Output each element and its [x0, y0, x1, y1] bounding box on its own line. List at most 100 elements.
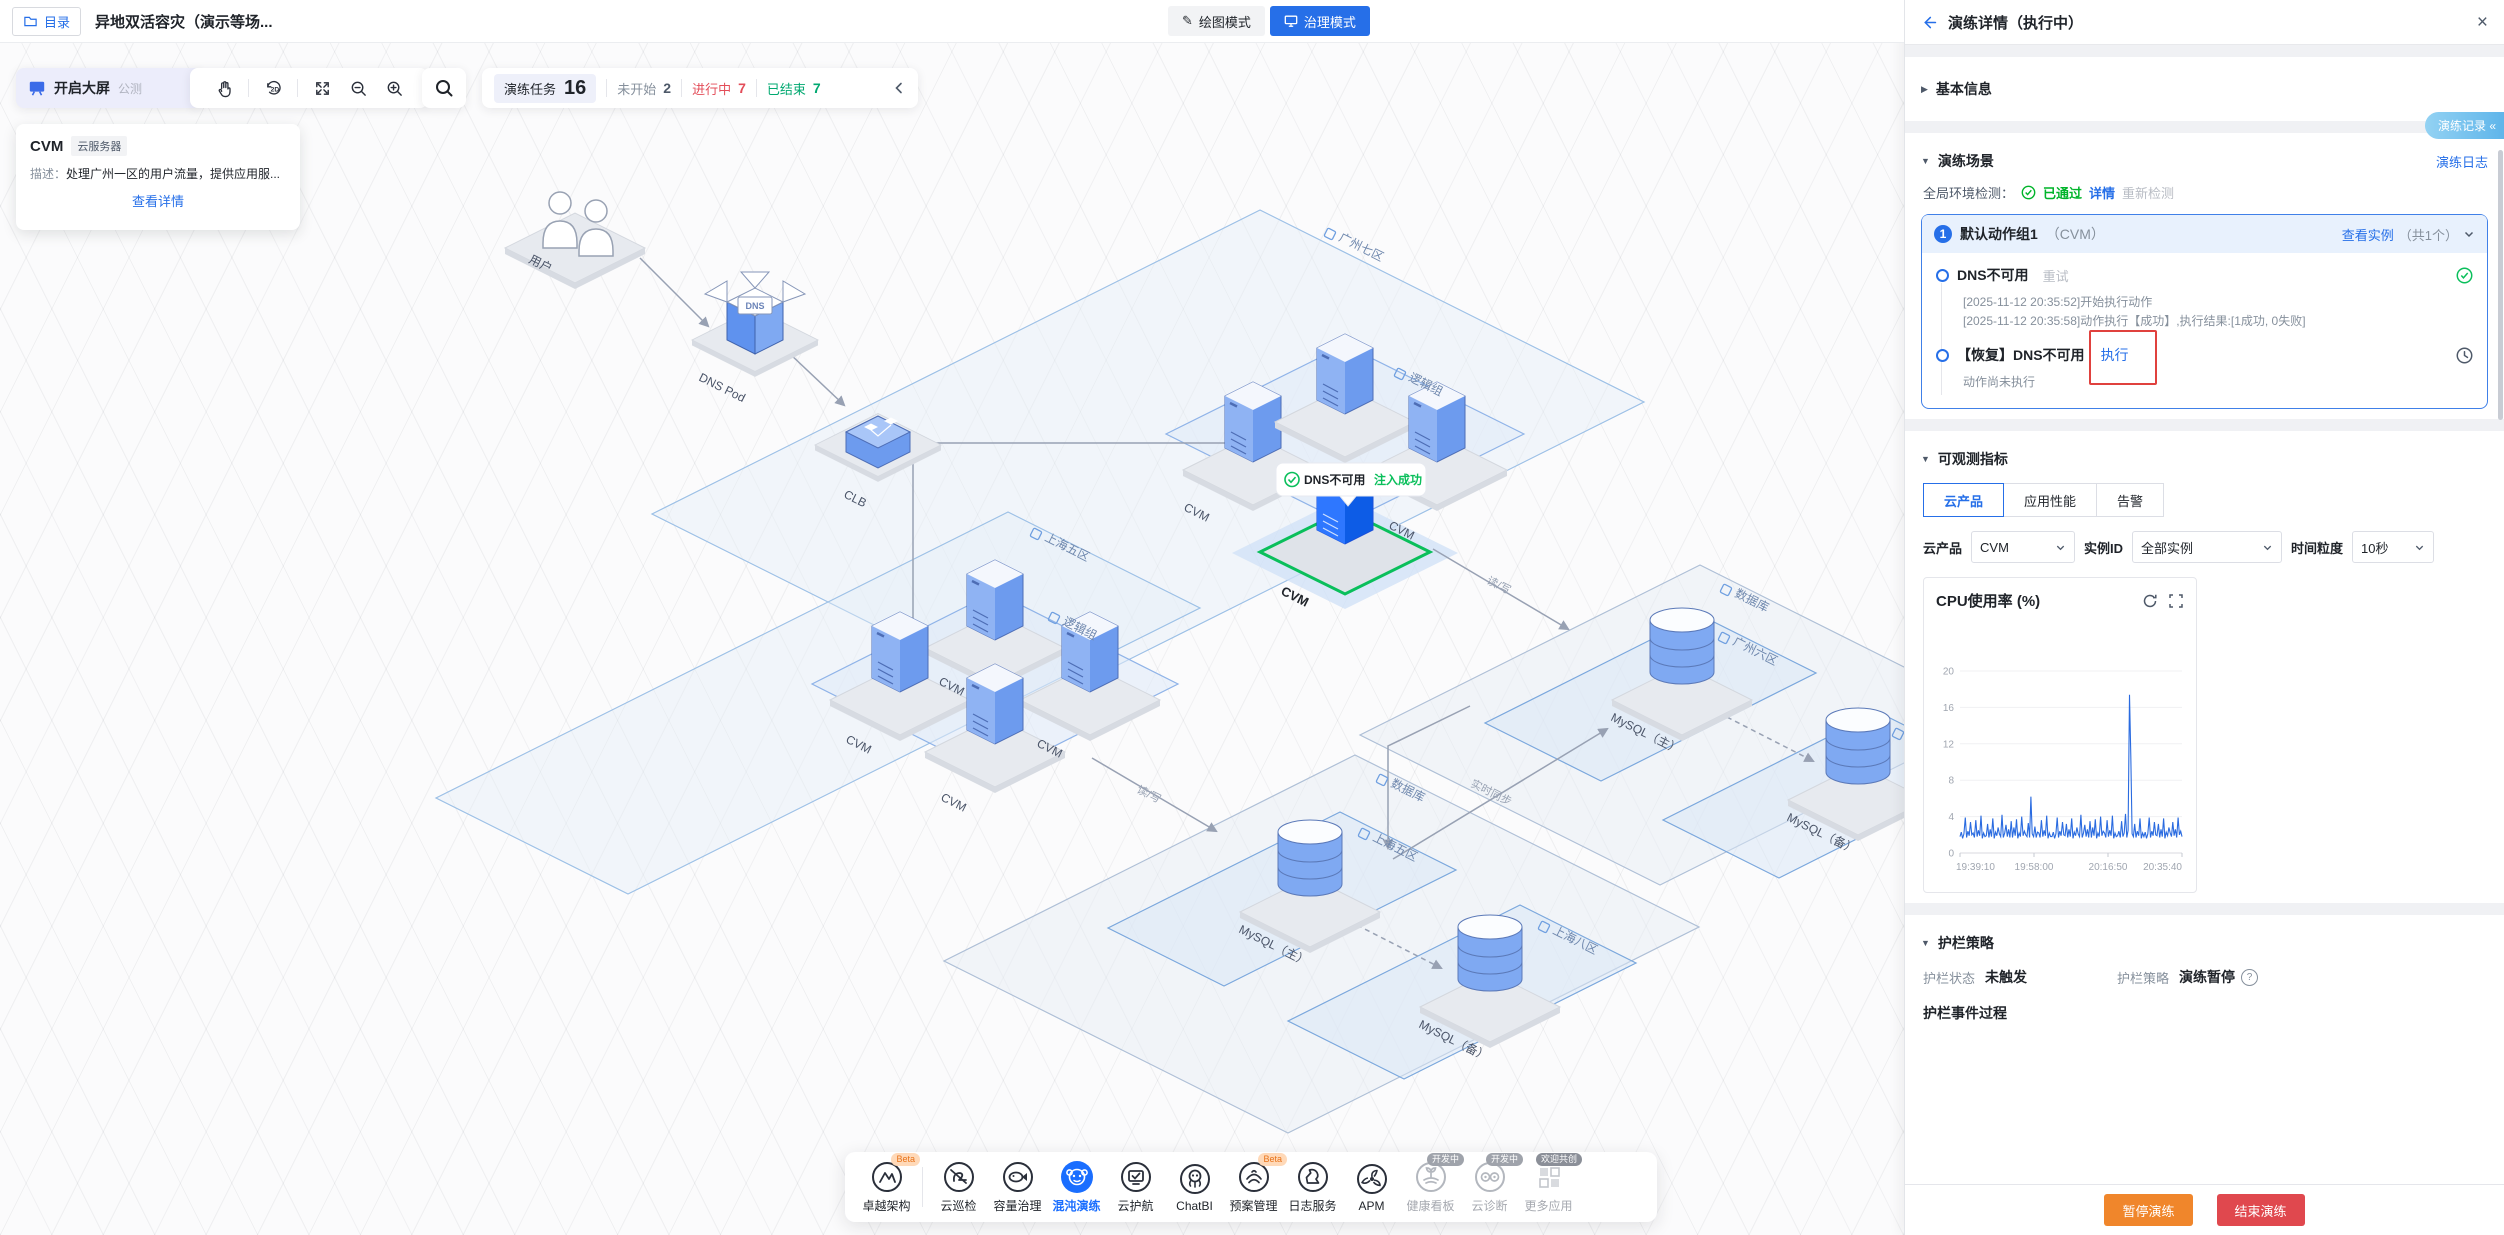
inspection-icon	[942, 1160, 976, 1194]
app-window: DNS	[0, 0, 2504, 1235]
dock-item-health-board[interactable]: 开发中 云诊断 健康看板	[1401, 1160, 1460, 1214]
env-recheck-link[interactable]: 重新检测	[2122, 183, 2174, 202]
tab-app-performance[interactable]: 应用性能	[2003, 483, 2097, 517]
action-list: DNS不可用 重试 [2025-11-12 20:35:52]开始执行动作 [2…	[1922, 253, 2487, 408]
capacity-icon	[1001, 1160, 1035, 1194]
svg-text:19:58:00: 19:58:00	[2015, 862, 2054, 873]
product-select[interactable]: CVM	[1971, 531, 2075, 563]
scrollbar-thumb[interactable]	[2498, 150, 2503, 420]
dock-item-chaos-drill[interactable]: 混沌演练	[1047, 1160, 1106, 1214]
beta-badge: Beta	[891, 1153, 920, 1166]
search-button[interactable]	[422, 68, 466, 108]
collapse-chevron-icon[interactable]	[892, 81, 906, 95]
tab-alerts[interactable]: 告警	[2096, 483, 2164, 517]
pause-drill-button[interactable]: 暂停演练	[2104, 1194, 2192, 1226]
refresh-icon[interactable]	[2142, 593, 2158, 609]
svg-text:0: 0	[1948, 849, 1954, 860]
dock-item-log[interactable]: 日志服务	[1283, 1160, 1342, 1214]
svg-text:16: 16	[1943, 703, 1955, 714]
status-success-icon	[2456, 267, 2473, 284]
action-group-card: 1 默认动作组1 （CVM） 查看实例 （共1个） DNS不可用 重试	[1921, 214, 2488, 409]
apm-icon	[1355, 1162, 1389, 1196]
open-bigscreen-button[interactable]: 开启大屏 公测	[16, 68, 202, 108]
node-label-cvm: CVM	[939, 790, 969, 814]
dock-item-apm[interactable]: APM	[1342, 1162, 1401, 1213]
tab-cloud-product[interactable]: 云产品	[1923, 483, 2004, 517]
section-divider	[1905, 419, 2504, 431]
monitor-icon	[1284, 14, 1298, 28]
diagram-canvas[interactable]: DNS	[0, 0, 1904, 1235]
svg-text:12: 12	[1943, 739, 1955, 750]
search-icon	[434, 78, 454, 98]
chevron-down-icon[interactable]	[2463, 228, 2475, 240]
panel-title: 演练详情（执行中）	[1948, 12, 2083, 33]
view-instances-link[interactable]: 查看实例	[2342, 225, 2394, 244]
expanded-triangle-icon: ▼	[1921, 938, 1930, 948]
env-detail-link[interactable]: 详情	[2089, 183, 2115, 202]
node-label-dns: DNS Pod	[697, 370, 748, 405]
dock-item-capacity[interactable]: 容量治理	[988, 1160, 1047, 1214]
retry-link-disabled[interactable]: 重试	[2043, 266, 2069, 285]
env-passed: 已通过	[2043, 183, 2082, 202]
svg-text:20:16:50: 20:16:50	[2089, 862, 2128, 873]
basic-info-toggle[interactable]: ▶ 基本信息	[1921, 71, 2488, 107]
stat-finished[interactable]: 已结束7	[767, 79, 821, 98]
drill-tasks-total[interactable]: 演练任务 16	[494, 74, 596, 103]
dock-item-inspection[interactable]: 云巡检	[929, 1160, 988, 1214]
stop-drill-button[interactable]: 结束演练	[2217, 1194, 2305, 1226]
app-dock: Beta 卓越架构 云巡检 容量治理 混沌演练 云护航	[845, 1152, 1657, 1222]
dock-item-more-apps[interactable]: 欢迎共创 更多应用	[1519, 1160, 1578, 1214]
rotate-2d-icon[interactable]: 2D	[261, 76, 285, 100]
section-divider	[1905, 45, 2504, 57]
section-observable-metrics: ▼ 可观测指标 云产品 应用性能 告警 云产品 CVM 实例ID 全部实例	[1905, 431, 2504, 903]
zoom-in-icon[interactable]	[382, 76, 406, 100]
chaos-drill-icon	[1060, 1160, 1094, 1194]
instance-select[interactable]: 全部实例	[2132, 531, 2282, 563]
step-ring-icon	[1936, 269, 1949, 282]
stat-running[interactable]: 进行中7	[692, 79, 746, 98]
action-group-header[interactable]: 1 默认动作组1 （CVM） 查看实例 （共1个）	[1922, 215, 2487, 253]
card-title: CVM	[30, 138, 63, 155]
govern-mode-button[interactable]: 治理模式	[1270, 6, 1370, 36]
back-arrow-icon[interactable]	[1921, 14, 1938, 31]
scene-toggle[interactable]: ▼ 演练场景	[1921, 151, 1994, 171]
page-title: 异地双活容灾（演示等场...	[95, 11, 273, 32]
stat-not-started[interactable]: 未开始2	[617, 79, 671, 98]
execute-button[interactable]: 执行	[2097, 345, 2133, 365]
dns-pod-node[interactable]: DNS	[692, 272, 818, 377]
section-divider	[1905, 121, 2504, 133]
divider	[297, 79, 298, 97]
chevron-down-icon	[2055, 542, 2066, 553]
cpu-usage-chart: 04812162019:39:1019:58:0020:16:5020:35:4…	[1924, 611, 2194, 887]
env-check-label: 全局环境检测：	[1923, 183, 2014, 202]
tooltip-action-name: DNS不可用	[1304, 473, 1365, 487]
action-log: 动作尚未执行	[1963, 373, 2473, 392]
dock-item-architecture[interactable]: Beta 卓越架构	[857, 1160, 916, 1214]
fullscreen-icon[interactable]	[2168, 593, 2184, 609]
close-icon[interactable]: ×	[2477, 13, 2488, 32]
status-pending-icon	[2456, 347, 2473, 364]
pan-hand-icon[interactable]	[212, 76, 236, 100]
action-item-dns-recover: 【恢复】DNS不可用 执行	[1936, 345, 2473, 365]
help-icon[interactable]: ?	[2241, 969, 2258, 986]
desc-label: 描述：	[30, 167, 66, 181]
zoom-out-icon[interactable]	[346, 76, 370, 100]
dock-item-plan[interactable]: Beta 预案管理	[1224, 1160, 1283, 1214]
draw-mode-button[interactable]: ✎绘图模式	[1168, 6, 1265, 36]
drill-record-tab[interactable]: 演练记录 «	[2425, 112, 2504, 139]
svg-text:19:39:10: 19:39:10	[1956, 862, 1995, 873]
drill-log-link[interactable]: 演练日志	[2436, 152, 2488, 171]
granularity-select[interactable]: 10秒	[2352, 531, 2434, 563]
fit-view-icon[interactable]	[310, 76, 334, 100]
view-detail-link[interactable]: 查看详情	[30, 191, 286, 210]
divider	[756, 79, 757, 97]
action-item-dns-down: DNS不可用 重试	[1936, 265, 2473, 285]
guardrail-toggle[interactable]: ▼ 护栏策略	[1921, 925, 2488, 961]
divider	[922, 1167, 923, 1207]
metrics-toggle[interactable]: ▼ 可观测指标	[1921, 441, 2488, 477]
dock-item-escort[interactable]: 云护航	[1106, 1160, 1165, 1214]
dock-item-diagnosis[interactable]: 开发中 云诊断	[1460, 1160, 1519, 1214]
users-node[interactable]	[505, 192, 645, 289]
catalog-button[interactable]: 目录	[12, 7, 81, 36]
dock-item-chatbi[interactable]: ChatBI	[1165, 1162, 1224, 1213]
